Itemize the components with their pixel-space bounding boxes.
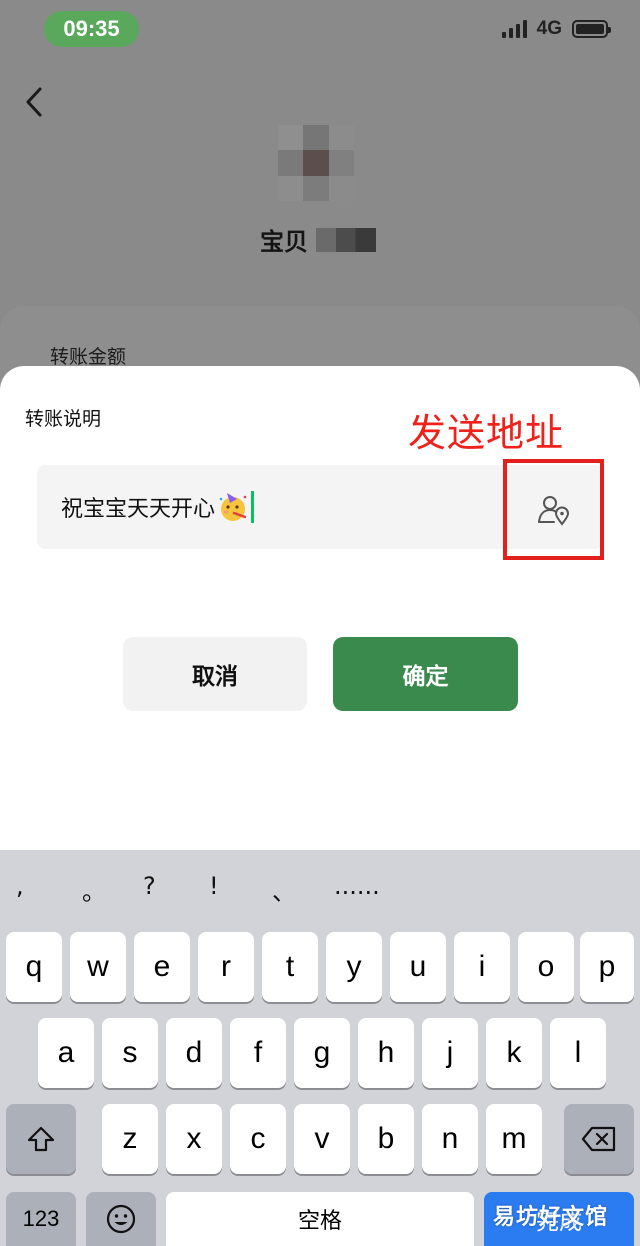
- key-r[interactable]: r: [198, 932, 254, 1002]
- key-t[interactable]: t: [262, 932, 318, 1002]
- key-e[interactable]: e: [134, 932, 190, 1002]
- key-a[interactable]: a: [38, 1018, 94, 1088]
- shift-arrow-icon: [27, 1126, 55, 1152]
- key-i[interactable]: i: [454, 932, 510, 1002]
- key-u[interactable]: u: [390, 932, 446, 1002]
- battery-icon: [572, 20, 611, 38]
- key-b[interactable]: b: [358, 1104, 414, 1174]
- punct-key[interactable]: 。: [82, 872, 106, 907]
- key-g[interactable]: g: [294, 1018, 350, 1088]
- key-o[interactable]: o: [518, 932, 574, 1002]
- key-d[interactable]: d: [166, 1018, 222, 1088]
- sheet-title: 转账说明: [25, 408, 102, 430]
- key-c[interactable]: c: [230, 1104, 286, 1174]
- network-type: 4G: [536, 18, 562, 39]
- key-v[interactable]: v: [294, 1104, 350, 1174]
- key-k[interactable]: k: [486, 1018, 542, 1088]
- payee-name: 宝贝: [260, 222, 376, 257]
- numbers-key[interactable]: 123: [6, 1192, 76, 1246]
- punct-key[interactable]: ?: [143, 872, 156, 900]
- contact-location-icon: [537, 495, 569, 526]
- keyboard: , 。 ? ! 、 ...... q w e r t y u i o p a s…: [0, 850, 640, 1246]
- backspace-key[interactable]: [564, 1104, 634, 1174]
- amount-label: 转账金额: [50, 346, 127, 368]
- punct-key[interactable]: ......: [334, 872, 380, 900]
- key-f[interactable]: f: [230, 1018, 286, 1088]
- backspace-icon: [581, 1126, 616, 1152]
- annotation-label: 发送地址: [408, 411, 565, 455]
- party-face-emoji-icon: [219, 493, 247, 521]
- smiley-icon: [106, 1204, 136, 1234]
- blurred-name-part: [316, 227, 376, 252]
- avatar: [278, 125, 354, 201]
- key-n[interactable]: n: [422, 1104, 478, 1174]
- key-j[interactable]: j: [422, 1018, 478, 1088]
- key-l[interactable]: l: [550, 1018, 606, 1088]
- key-m[interactable]: m: [486, 1104, 542, 1174]
- space-key[interactable]: 空格: [166, 1192, 474, 1246]
- transfer-note-sheet: 转账说明 发送地址 祝宝宝天天开心 取消 确定: [0, 366, 640, 866]
- key-h[interactable]: h: [358, 1018, 414, 1088]
- send-address-button[interactable]: [503, 459, 604, 560]
- watermark: 易坊好文馆: [493, 1205, 609, 1230]
- back-arrow-icon[interactable]: [22, 86, 50, 118]
- key-s[interactable]: s: [102, 1018, 158, 1088]
- punct-key[interactable]: ,: [16, 872, 24, 900]
- punct-key[interactable]: !: [209, 872, 219, 900]
- emoji-key[interactable]: [86, 1192, 156, 1246]
- confirm-button[interactable]: 确定: [333, 637, 518, 711]
- note-value: 祝宝宝天天开心: [61, 497, 216, 522]
- cancel-button[interactable]: 取消: [123, 637, 307, 711]
- status-time: 09:35: [44, 11, 139, 47]
- key-w[interactable]: w: [70, 932, 126, 1002]
- signal-icon: [501, 20, 527, 38]
- status-indicators: 4G: [501, 18, 611, 40]
- punct-key[interactable]: 、: [272, 872, 296, 907]
- key-q[interactable]: q: [6, 932, 62, 1002]
- punctuation-row: , 。 ? ! 、 ......: [0, 872, 640, 916]
- key-z[interactable]: z: [102, 1104, 158, 1174]
- text-caret: [251, 491, 255, 523]
- key-x[interactable]: x: [166, 1104, 222, 1174]
- key-y[interactable]: y: [326, 932, 382, 1002]
- key-p[interactable]: p: [580, 932, 634, 1002]
- shift-key[interactable]: [6, 1104, 76, 1174]
